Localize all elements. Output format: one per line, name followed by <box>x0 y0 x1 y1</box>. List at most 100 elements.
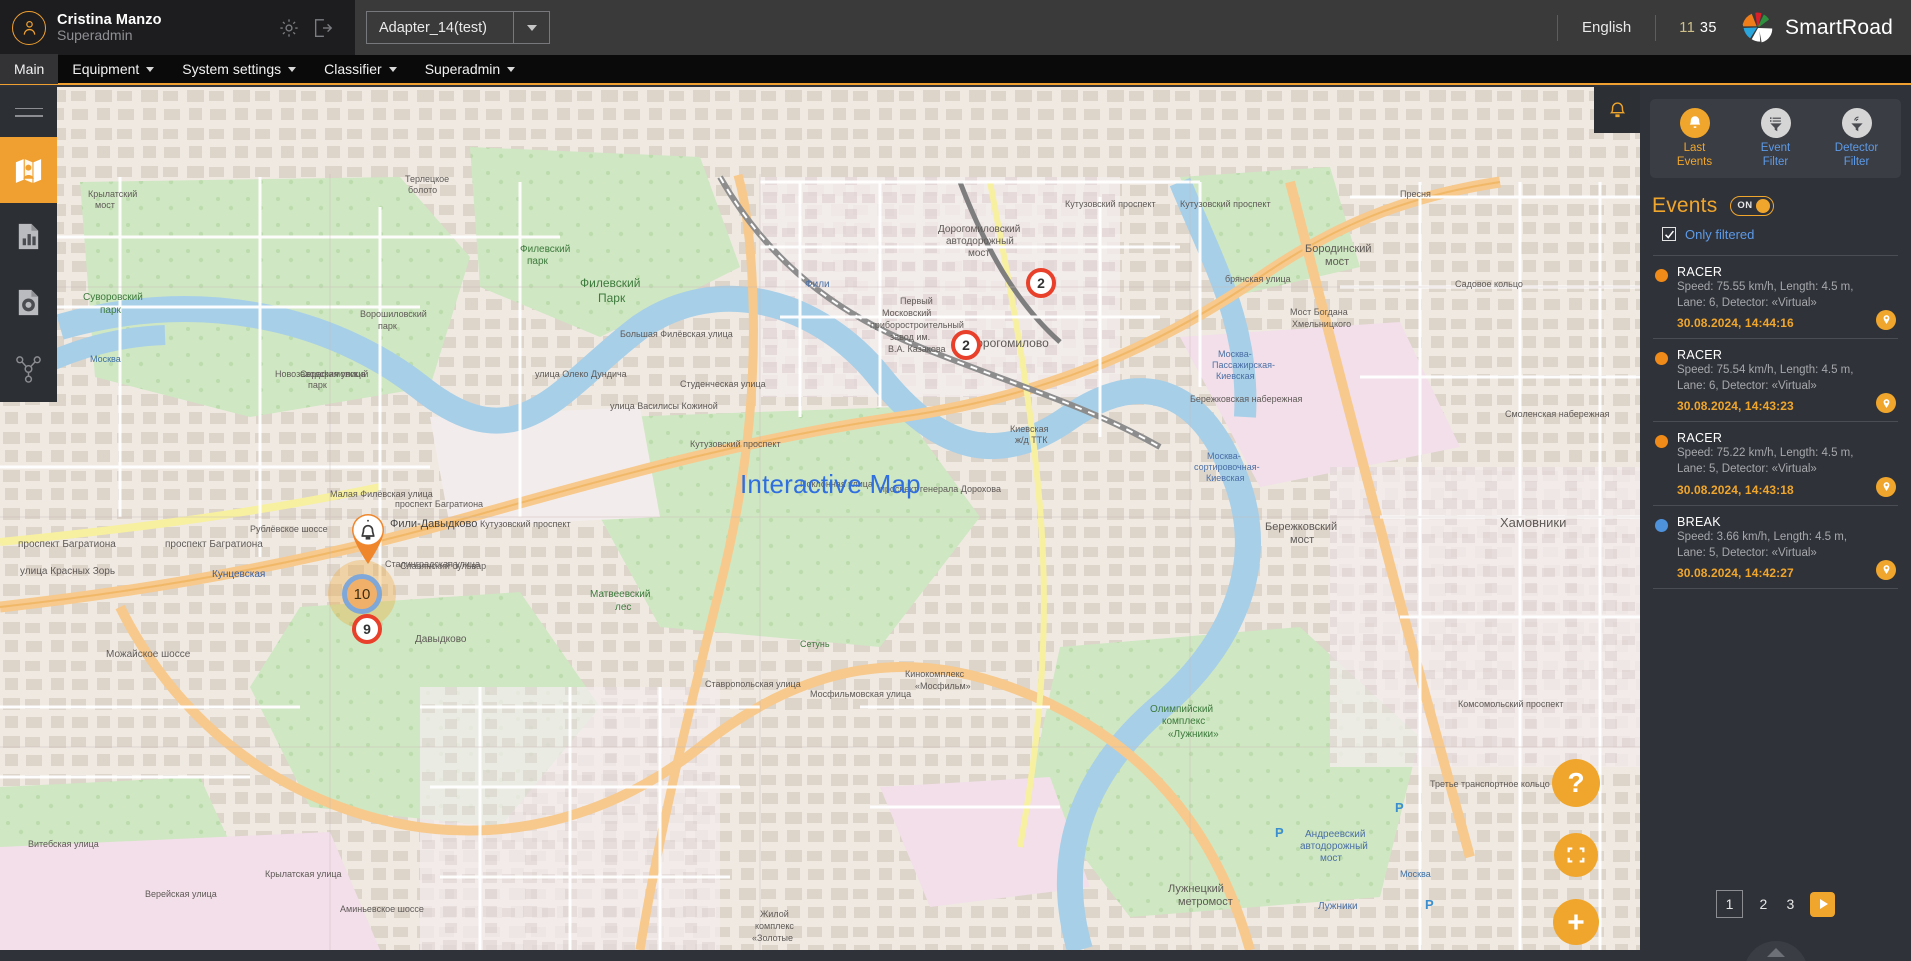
map-icon <box>15 158 42 183</box>
page-2-button[interactable]: 2 <box>1756 896 1770 912</box>
event-locate-button[interactable] <box>1876 309 1896 330</box>
svg-text:Рублёвское шоссе: Рублёвское шоссе <box>250 524 328 534</box>
notifications-button[interactable] <box>1594 87 1640 133</box>
help-button[interactable]: ? <box>1552 759 1600 807</box>
brand-name: SmartRoad <box>1784 15 1893 39</box>
event-list-item[interactable]: RACER Speed: 75.22 km/h, Length: 4.5 m, … <box>1653 421 1898 504</box>
svg-text:Жилой: Жилой <box>760 909 789 919</box>
svg-text:Матвеевский: Матвеевский <box>590 589 650 600</box>
svg-text:Аминьевское шоссе: Аминьевское шоссе <box>340 904 424 914</box>
svg-text:проспект Багратиона: проспект Багратиона <box>395 499 483 509</box>
tool-label-line1: Event <box>1760 142 1791 154</box>
tool-label-line1: Detector <box>1834 142 1879 154</box>
event-timestamp: 30.08.2024, 14:42:27 <box>1677 565 1794 580</box>
page-1-button[interactable]: 1 <box>1715 890 1744 918</box>
event-locate-button[interactable] <box>1876 559 1896 580</box>
language-selector[interactable]: English <box>1564 19 1649 36</box>
only-filtered-checkbox[interactable]: Only filtered <box>1640 218 1911 242</box>
event-details-line2: Lane: 5, Detector: «Virtual» <box>1677 463 1817 476</box>
svg-text:«Золотые: «Золотые <box>752 933 793 943</box>
clock-hours: 11 <box>1679 19 1696 36</box>
avatar[interactable] <box>12 10 46 45</box>
svg-text:Кинокомплекс: Кинокомплекс <box>905 669 965 679</box>
events-list: RACER Speed: 75.55 km/h, Length: 4.5 m, … <box>1653 254 1898 589</box>
map-cluster-marker[interactable]: 2 <box>951 330 981 360</box>
divider <box>1557 14 1559 41</box>
svg-text:Филевский: Филевский <box>580 276 640 290</box>
cluster-count: 2 <box>962 337 970 353</box>
event-type: RACER <box>1677 264 1723 279</box>
svg-text:проспект Багратиона: проспект Багратиона <box>165 539 263 550</box>
svg-text:Кутузовский проспект: Кутузовский проспект <box>1065 199 1156 209</box>
tool-detector-filter[interactable]: Detector Filter <box>1823 108 1891 170</box>
page-3-button[interactable]: 3 <box>1783 896 1797 912</box>
nav-item-classifier[interactable]: Classifier <box>310 54 411 84</box>
svg-text:Мосфильмовская улица: Мосфильмовская улица <box>810 689 911 699</box>
interactive-map[interactable]: Крылатский мост Терлецкое болото Филевск… <box>0 87 1640 950</box>
nav-item-main[interactable]: Main <box>0 54 59 84</box>
svg-text:Можайское шоссе: Можайское шоссе <box>106 649 191 660</box>
svg-text:Москва-: Москва- <box>1207 451 1241 461</box>
sidebar-item-reports[interactable] <box>0 203 57 269</box>
events-title: Events <box>1652 193 1718 217</box>
svg-text:Андреевский: Андреевский <box>1305 829 1365 840</box>
svg-text:автодорожный: автодорожный <box>946 236 1014 247</box>
svg-text:мост: мост <box>1325 256 1349 268</box>
svg-text:Новозаводская улица: Новозаводская улица <box>275 369 366 379</box>
tool-last-events[interactable]: Last Events <box>1661 108 1729 170</box>
svg-text:Киевская: Киевская <box>1010 424 1049 434</box>
svg-text:Фили: Фили <box>805 279 830 290</box>
nav-item-superadmin[interactable]: Superadmin <box>411 54 530 84</box>
menu-icon[interactable] <box>0 87 57 137</box>
main-navigation: Main Equipment System settings Classifie… <box>0 54 1911 85</box>
next-page-button[interactable] <box>1810 891 1836 917</box>
pagination: 1 2 3 <box>1640 890 1911 918</box>
location-pin-icon <box>1883 398 1889 408</box>
event-status-dot <box>1655 351 1668 365</box>
svg-text:Садовое кольцо: Садовое кольцо <box>1455 279 1523 289</box>
svg-text:В.А. Казакова: В.А. Казакова <box>888 344 946 354</box>
header-user-section: Cristina Manzo Superadmin <box>0 0 355 55</box>
event-list-item[interactable]: BREAK Speed: 3.66 km/h, Length: 4.5 m, L… <box>1653 504 1898 588</box>
svg-text:Крылатский: Крылатский <box>88 189 137 199</box>
scroll-to-top-button[interactable] <box>1743 941 1808 961</box>
fit-bounds-icon <box>1567 847 1585 863</box>
svg-text:автодорожный: автодорожный <box>1300 841 1368 852</box>
sidebar-item-map[interactable] <box>0 137 57 203</box>
map-cluster-marker-large[interactable]: 10 <box>342 574 382 614</box>
map-cluster-marker[interactable]: 2 <box>1026 268 1056 298</box>
gear-icon[interactable] <box>276 15 302 41</box>
event-details-line1: Speed: 75.54 km/h, Length: 4.5 m, <box>1677 363 1854 376</box>
event-status-dot <box>1655 435 1668 449</box>
map-cluster-marker[interactable]: 9 <box>352 614 382 644</box>
sidebar-item-detectors[interactable] <box>0 269 57 335</box>
event-type: BREAK <box>1677 514 1721 529</box>
svg-text:Комсомольский проспект: Комсомольский проспект <box>1458 699 1563 709</box>
event-list-item[interactable]: RACER Speed: 75.55 km/h, Length: 4.5 m, … <box>1653 254 1898 338</box>
sidebar-item-network[interactable] <box>0 335 57 401</box>
logout-icon[interactable] <box>310 15 336 41</box>
svg-text:улица Олеко Дундича: улица Олеко Дундича <box>535 369 627 379</box>
user-role: Superadmin <box>57 26 133 43</box>
svg-text:парк: парк <box>100 305 122 316</box>
svg-text:Хмельницкого: Хмельницкого <box>1292 319 1351 329</box>
svg-text:Суворовский: Суворовский <box>83 292 143 303</box>
zoom-in-button[interactable] <box>1553 899 1599 945</box>
user-info: Cristina Manzo Superadmin <box>57 12 162 44</box>
top-header: Cristina Manzo Superadmin Adapter_14(tes… <box>0 0 1911 55</box>
event-timestamp: 30.08.2024, 14:43:23 <box>1677 399 1794 414</box>
svg-text:мост: мост <box>968 248 990 259</box>
nav-item-equipment[interactable]: Equipment <box>58 54 168 84</box>
events-toggle[interactable]: ON <box>1730 195 1775 216</box>
event-list-item[interactable]: RACER Speed: 75.54 km/h, Length: 4.5 m, … <box>1653 337 1898 421</box>
tool-event-filter[interactable]: Event Filter <box>1742 108 1810 170</box>
event-locate-button[interactable] <box>1876 476 1896 497</box>
svg-text:Фили-Давыдково: Фили-Давыдково <box>390 518 477 530</box>
map-pin-bell-marker[interactable] <box>348 511 388 565</box>
fit-bounds-button[interactable] <box>1554 833 1598 877</box>
nav-item-system-settings[interactable]: System settings <box>168 54 310 84</box>
svg-text:Олимпийский: Олимпийский <box>1150 704 1213 715</box>
svg-text:Сетунь: Сетунь <box>800 639 830 649</box>
adapter-select[interactable]: Adapter_14(test) <box>366 11 550 44</box>
event-details-line2: Lane: 5, Detector: «Virtual» <box>1677 546 1817 559</box>
